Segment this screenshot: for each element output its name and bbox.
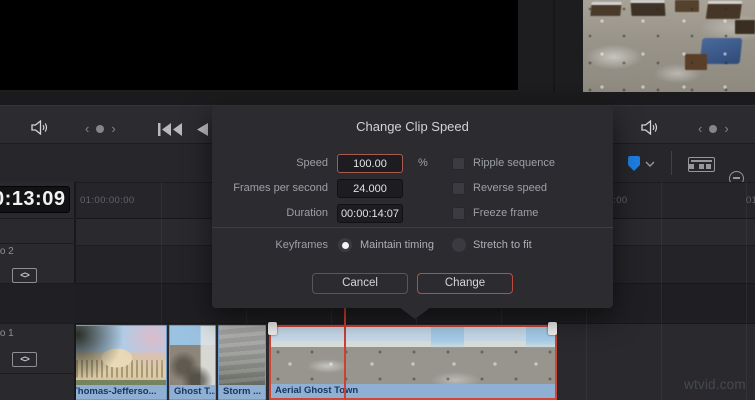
trim-handle-left[interactable] — [268, 322, 277, 335]
terrain-texture — [583, 0, 755, 92]
cancel-button[interactable]: Cancel — [312, 273, 408, 294]
speed-label: Speed — [212, 157, 328, 169]
trim-handle-right[interactable] — [548, 322, 557, 335]
ripple-sequence-checkbox[interactable] — [452, 157, 465, 170]
skip-to-start-icon[interactable] — [158, 123, 182, 136]
track-header-panel: 00:00:13:09 Video 2 <> Video 1 <> — [0, 182, 76, 400]
duration-input[interactable] — [337, 204, 403, 223]
next-clip-icon[interactable]: › — [111, 123, 115, 135]
timeline-viewer-frame[interactable] — [583, 0, 755, 92]
next-clip-icon[interactable]: › — [724, 123, 728, 135]
freeze-frame-checkbox[interactable] — [452, 207, 465, 220]
timeline-clip[interactable]: Storm ... — [218, 325, 266, 400]
terrain-texture — [271, 343, 555, 389]
chevron-down-icon[interactable] — [645, 161, 655, 167]
stretch-to-fit-label: Stretch to fit — [473, 239, 532, 251]
auto-select-toggle-v1[interactable]: <> — [12, 352, 37, 367]
freeze-frame-label: Freeze frame — [473, 207, 538, 219]
gridline — [661, 182, 662, 400]
speaker-icon[interactable] — [31, 120, 49, 135]
toolbar-divider — [671, 151, 672, 175]
davinci-edit-page: ‹ › ‹ › 01:00:00:00 01:00:16:00 01:00:24… — [0, 0, 755, 400]
duration-label: Duration — [212, 207, 328, 219]
fps-label: Frames per second — [212, 182, 328, 194]
speaker-icon[interactable] — [641, 120, 659, 135]
play-reverse-icon[interactable] — [196, 123, 208, 136]
reverse-speed-label: Reverse speed — [473, 182, 547, 194]
dialog-separator — [212, 227, 613, 228]
viewer-bottom-strip — [0, 92, 755, 105]
clip-name-label: Ghost T... — [170, 385, 215, 399]
watermark: wtvid.com — [684, 377, 746, 392]
fps-input[interactable] — [337, 179, 403, 198]
ruler-timecode: 01:00:24:00 — [746, 195, 755, 206]
change-button[interactable]: Change — [417, 273, 513, 294]
percent-suffix: % — [418, 157, 428, 169]
stretch-to-fit-radio[interactable] — [452, 238, 466, 252]
viewer-clip-nav: ‹ › — [698, 123, 729, 135]
prev-clip-icon[interactable]: ‹ — [85, 123, 89, 135]
timecode-display[interactable]: 00:00:13:09 — [0, 186, 70, 213]
timeline-clip[interactable]: Ghost T... — [169, 325, 216, 400]
dialog-title: Change Clip Speed — [212, 119, 613, 134]
filmstrip-view-icon[interactable] — [688, 157, 715, 172]
maintain-timing-label: Maintain timing — [360, 239, 434, 251]
track-name-video1: Video 1 — [0, 328, 14, 339]
clip-name-label: Aerial Ghost Town — [271, 384, 555, 398]
current-clip-dot-icon[interactable] — [709, 125, 717, 133]
timeline-clip-selected[interactable]: Aerial Ghost Town — [269, 325, 557, 400]
gridline — [746, 182, 747, 400]
maintain-timing-radio[interactable] — [338, 238, 352, 252]
keyframes-label: Keyframes — [212, 239, 328, 251]
clip-name-label: Storm ... — [219, 385, 265, 399]
current-clip-dot-icon[interactable] — [96, 125, 104, 133]
prev-clip-icon[interactable]: ‹ — [698, 123, 702, 135]
reverse-speed-checkbox[interactable] — [452, 182, 465, 195]
change-clip-speed-dialog: Change Clip Speed Speed % Ripple sequenc… — [212, 106, 613, 308]
speed-input[interactable] — [337, 154, 403, 173]
track-name-video2: Video 2 — [0, 246, 14, 257]
clip-name-label: Thomas-Jefferso... — [68, 385, 166, 399]
ruler-timecode: 01:00:00:00 — [80, 195, 135, 206]
auto-select-toggle-v2[interactable]: <> — [12, 268, 37, 283]
source-viewer[interactable] — [0, 0, 518, 90]
dialog-pointer-tail — [399, 307, 431, 319]
ripple-sequence-label: Ripple sequence — [473, 157, 555, 169]
viewer-clip-nav: ‹ › — [85, 123, 116, 135]
timeline-clip[interactable]: Thomas-Jefferso... — [67, 325, 167, 400]
